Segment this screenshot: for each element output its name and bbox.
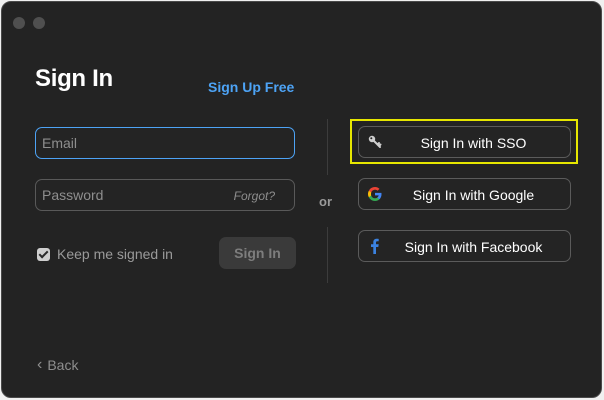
sign-in-facebook-button[interactable]: Sign In with Facebook — [358, 230, 571, 262]
google-label: Sign In with Google — [412, 187, 535, 203]
password-field[interactable]: Password Forgot? — [35, 179, 295, 211]
keep-signed-in-checkbox[interactable] — [37, 247, 50, 261]
page-title: Sign In — [35, 65, 113, 92]
keep-signed-in-label: Keep me signed in — [57, 246, 173, 262]
email-placeholder: Email — [42, 135, 78, 151]
sign-up-free-link[interactable]: Sign Up Free — [208, 79, 294, 95]
back-label: Back — [47, 357, 79, 373]
email-field[interactable]: Email — [35, 127, 295, 159]
sign-in-window: Sign In Sign Up Free Email Password Forg… — [1, 1, 602, 398]
window-close-dot[interactable] — [13, 17, 25, 29]
keep-signed-in-row: Keep me signed in — [37, 246, 173, 262]
forgot-password-link[interactable]: Forgot? — [234, 189, 275, 203]
facebook-label: Sign In with Facebook — [404, 239, 543, 255]
sign-in-button[interactable]: Sign In — [219, 237, 296, 269]
divider-bottom — [327, 227, 328, 283]
divider-top — [327, 119, 328, 175]
chevron-left-icon: ‹ — [37, 356, 43, 373]
password-placeholder: Password — [42, 187, 104, 203]
sso-highlight-box — [350, 119, 578, 164]
window-minimize-dot[interactable] — [33, 17, 45, 29]
or-separator: or — [319, 194, 332, 209]
back-link[interactable]: ‹ Back — [37, 356, 78, 374]
sign-in-google-button[interactable]: Sign In with Google — [358, 178, 571, 210]
